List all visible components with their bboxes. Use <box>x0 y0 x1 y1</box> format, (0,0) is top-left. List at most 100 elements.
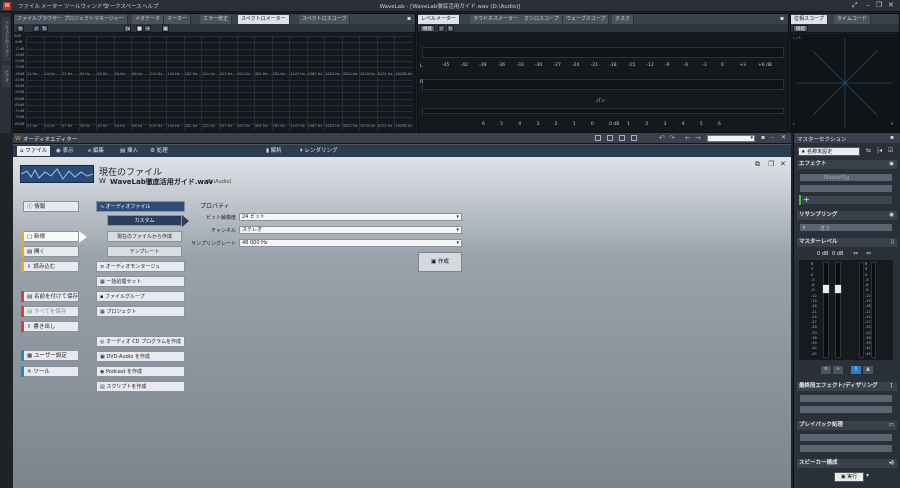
check-icon[interactable]: ✓ <box>438 25 445 32</box>
effect-slot-1[interactable]: MasterRig <box>799 173 893 182</box>
tab-file-browser[interactable]: ファイルブラウザー <box>14 15 67 24</box>
ribbon-view[interactable]: ◉ 表示 <box>53 146 77 156</box>
fader-handle-left[interactable] <box>822 284 830 294</box>
panel-menu-icon[interactable]: ▪ <box>761 134 765 141</box>
tab-task[interactable]: タスク <box>612 15 635 24</box>
grid-icon[interactable]: ⋮ <box>889 382 895 391</box>
open-folder-icon[interactable] <box>607 135 613 141</box>
redo-icon[interactable]: ↷ <box>669 134 675 142</box>
tab-spectroscope[interactable]: スペクトロスコープ <box>299 15 351 24</box>
custom-button[interactable]: カスタム <box>107 215 182 226</box>
minimize-panel-icon[interactable]: – <box>771 134 774 141</box>
close-panel-icon[interactable]: ✕ <box>781 134 786 141</box>
speaker-config-header[interactable]: スピーカー構成 ◂) <box>797 459 897 468</box>
save-all-icon[interactable] <box>631 135 637 141</box>
batch-set-button[interactable]: ▦ 一括処理セット <box>96 276 185 287</box>
function-menu-button[interactable]: 機能 <box>793 25 808 32</box>
resampling-slot[interactable]: ⏵ オフ <box>799 223 893 232</box>
tab-text-editor[interactable]: テキストエディター <box>2 17 10 61</box>
preset-button[interactable]: ★ 名称未設定 <box>798 147 860 156</box>
preferences-button[interactable]: ▦ ユーザー設定 <box>21 350 79 361</box>
float-window-icon[interactable]: ❐ <box>768 160 774 168</box>
tab-wavescope[interactable]: ウェーブスコープ <box>563 15 610 24</box>
tab-level-meter[interactable]: レベルメーター <box>418 15 461 24</box>
dim-icon[interactable]: ◊ <box>851 366 861 374</box>
panel-menu-icon[interactable]: ▪ <box>890 134 894 141</box>
create-audio-cd-button[interactable]: ◎ オーディオ CD プログラムを作成 <box>96 336 185 347</box>
sample-rate-select[interactable]: 48 000 Hz ▾ <box>239 239 462 247</box>
settings-icon[interactable]: ≡ <box>17 25 24 32</box>
render-menu-icon[interactable]: ▾ <box>866 472 869 479</box>
close-icon[interactable]: ✕ <box>888 1 894 9</box>
save-icon[interactable] <box>619 135 625 141</box>
final-effect-slot-2[interactable] <box>799 405 893 414</box>
ribbon-edit[interactable]: ℯ 編集 <box>85 146 107 156</box>
function-menu-button[interactable]: 機能 <box>420 25 435 32</box>
channel-select[interactable]: ステレオ ▾ <box>239 226 462 234</box>
close-tab-icon[interactable]: ✕ <box>780 160 786 168</box>
tools-button[interactable]: ✕ ツール <box>21 366 79 377</box>
tab-loudness-meter[interactable]: ラウドネスメーター <box>470 15 523 24</box>
resampling-header[interactable]: リサンプリング ◉ <box>797 211 897 220</box>
playback-slot-1[interactable] <box>799 433 893 442</box>
effects-header[interactable]: エフェクト ◉ <box>797 160 897 169</box>
playback-slot-2[interactable] <box>799 444 893 453</box>
info-button[interactable]: ⓘ 情報 <box>23 201 79 212</box>
tab-marker[interactable]: マーカー <box>164 15 192 24</box>
refresh-icon[interactable]: ↻ <box>447 25 454 32</box>
audio-file-button[interactable]: ∿ オーディオファイル <box>96 201 185 212</box>
create-script-button[interactable]: ▤ スクリプトを作成 <box>96 381 185 392</box>
final-effects-header[interactable]: 最終段エフェクト/ディザリング ⋮ <box>797 382 897 391</box>
save-as-button[interactable]: ▤ 名前を付けて保存 <box>21 291 79 302</box>
monitor-icon[interactable]: ▭ <box>889 421 894 430</box>
project-button[interactable]: ▦ プロジェクト <box>96 306 185 317</box>
tab-spectrometer[interactable]: スペクトロメーター <box>238 15 290 24</box>
effect-slot-2[interactable] <box>799 184 893 193</box>
history-dropdown[interactable]: ▾ <box>707 135 755 142</box>
lock-icon[interactable]: ▲ <box>863 366 873 374</box>
import-button[interactable]: ⇩ 読み込む <box>21 261 79 272</box>
new-window-icon[interactable] <box>595 135 601 141</box>
back-icon[interactable]: ← <box>685 134 691 142</box>
ribbon-analyze[interactable]: ▮ 解析 <box>263 146 285 156</box>
check-icon[interactable]: ☑ <box>888 147 893 154</box>
ribbon-process[interactable]: ⚙ 処理 <box>147 146 171 156</box>
open-button[interactable]: ▤ 開く <box>21 246 79 257</box>
template-button[interactable]: テンプレート <box>107 246 182 257</box>
reset-icon[interactable]: |◂ <box>877 147 882 154</box>
minimize-icon[interactable]: – <box>866 1 870 9</box>
eye-icon[interactable]: ◉ <box>889 160 894 169</box>
eye-icon[interactable]: ◉ <box>889 211 894 220</box>
tab-oscilloscope[interactable]: オシロスコープ <box>521 15 563 24</box>
export-icon[interactable]: ⇥ <box>144 25 151 32</box>
create-podcast-button[interactable]: ◉ Podcast を作成 <box>96 366 185 377</box>
add-effect-button[interactable]: + <box>799 195 893 205</box>
panel-menu-icon[interactable]: ▪ <box>780 15 784 22</box>
tab-error-correction[interactable]: エラー修正 <box>200 15 233 24</box>
tab-timecode[interactable]: タイムコード <box>834 15 871 24</box>
tab-phase-scope[interactable]: 位相スコープ <box>791 15 828 24</box>
ribbon-insert[interactable]: ▤ 挿入 <box>117 146 141 156</box>
meter-icon[interactable]: ▯ <box>891 238 894 247</box>
fader-handle-right[interactable] <box>834 284 842 294</box>
panel-menu-icon[interactable]: ▪ <box>407 15 411 22</box>
forward-icon[interactable]: → <box>695 134 701 142</box>
camera-icon[interactable]: ■ <box>136 25 143 32</box>
new-button[interactable]: ▢ 新規 <box>21 231 79 242</box>
refresh-icon[interactable]: ↻ <box>41 25 48 32</box>
detach-icon[interactable]: ⧉ <box>755 160 760 169</box>
tab-video[interactable]: ビデオ <box>2 65 10 87</box>
skip-start-icon[interactable]: |◂ <box>124 25 131 32</box>
playback-processing-header[interactable]: プレイバック処理 ▭ <box>797 421 897 430</box>
snapshot-icon[interactable]: ▣ <box>162 25 169 32</box>
link-icon-2[interactable]: ⇔ <box>866 250 871 257</box>
tab-project-manager[interactable]: プロジェクトマネージャー <box>61 15 128 24</box>
bit-resolution-select[interactable]: 24 ビット ▾ <box>239 213 462 221</box>
final-effect-slot-1[interactable] <box>799 394 893 403</box>
speaker-icon[interactable]: ◂) <box>889 459 894 468</box>
ribbon-render[interactable]: ⏵ レンダリング <box>297 146 341 156</box>
mono-icon[interactable]: ≡ <box>821 366 831 374</box>
restore-icon[interactable]: ⤢ <box>852 1 858 10</box>
export-button[interactable]: ⇧ 書き出し <box>21 321 79 332</box>
ribbon-file[interactable]: ⌂ ファイル <box>17 146 51 156</box>
